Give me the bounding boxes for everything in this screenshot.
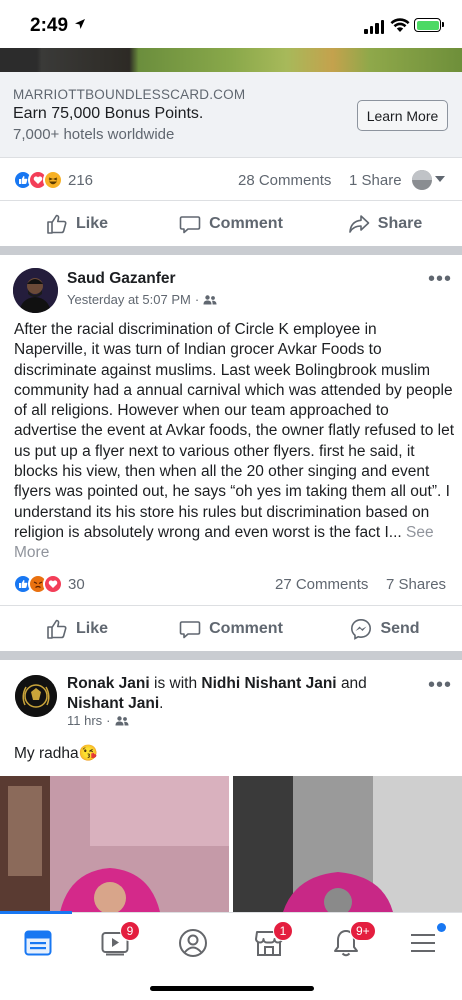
post-author[interactable]: Ronak Jani xyxy=(67,675,150,692)
more-options-icon[interactable]: ••• xyxy=(428,674,452,697)
post-text: My radha😘 xyxy=(14,745,98,762)
tab-profile[interactable] xyxy=(163,921,223,965)
thumbs-up-icon xyxy=(47,214,67,234)
post-body: After the racial discrimination of Circl… xyxy=(14,320,454,564)
send-button[interactable]: Send xyxy=(308,606,462,651)
like-label: Like xyxy=(75,619,108,637)
like-label: Like xyxy=(75,214,108,232)
post-reactions-summary[interactable]: 30 xyxy=(13,574,85,594)
tab-marketplace[interactable]: 1 xyxy=(239,921,299,965)
profile-icon xyxy=(179,929,207,957)
signal-icon xyxy=(364,20,384,34)
menu-icon xyxy=(411,934,435,952)
like-button[interactable]: Like xyxy=(0,201,154,246)
friends-icon xyxy=(203,294,217,304)
more-options-icon[interactable]: ••• xyxy=(428,268,452,291)
home-indicator xyxy=(150,986,314,991)
post-action-bar: Like Comment Send xyxy=(0,605,462,651)
post-time-text: Yesterday at 5:07 PM xyxy=(67,292,191,307)
with-text: is with xyxy=(154,675,198,692)
post-text: After the racial discrimination of Circl… xyxy=(14,321,454,541)
comment-button[interactable]: Comment xyxy=(154,606,308,651)
haha-reaction-icon xyxy=(43,170,63,190)
status-bar: 2:49 xyxy=(0,0,462,52)
post-author[interactable]: Saud Gazanfer xyxy=(67,270,176,288)
news-feed-icon xyxy=(24,930,52,956)
avatar[interactable] xyxy=(13,268,58,313)
tagged-person[interactable]: Nishant Jani xyxy=(67,695,159,712)
and-text: and xyxy=(340,675,367,692)
avatar[interactable] xyxy=(15,675,57,717)
chevron-down-icon[interactable] xyxy=(435,176,445,183)
active-tab-indicator xyxy=(0,911,72,914)
post-comments-count[interactable]: 27 Comments xyxy=(275,576,368,593)
menu-dot-badge xyxy=(437,923,446,932)
ad-action-bar: Like Comment Share xyxy=(0,200,462,246)
post-reaction-count: 30 xyxy=(68,575,85,593)
share-label: Share xyxy=(377,214,423,232)
comment-icon xyxy=(179,620,201,638)
ad-headline: Earn 75,000 Bonus Points. xyxy=(13,105,204,122)
share-icon xyxy=(348,214,370,233)
love-reaction-icon xyxy=(43,574,63,594)
ad-link-box[interactable]: MARRIOTTBOUNDLESSCARD.COM Earn 75,000 Bo… xyxy=(0,72,462,158)
post-timestamp[interactable]: 11 hrs · xyxy=(67,713,129,728)
post-photo[interactable] xyxy=(0,776,229,912)
marketplace-badge: 1 xyxy=(273,921,293,941)
wifi-icon xyxy=(390,18,410,32)
ad-reactions-summary[interactable]: 216 xyxy=(13,170,93,190)
battery-icon xyxy=(414,18,444,32)
tagged-person[interactable]: Nidhi Nishant Jani xyxy=(201,675,336,692)
location-arrow-icon xyxy=(75,19,85,29)
status-time: 2:49 xyxy=(30,15,69,36)
ad-domain: MARRIOTTBOUNDLESSCARD.COM xyxy=(13,87,246,102)
ad-shares-count[interactable]: 1 Share xyxy=(349,172,402,189)
messenger-icon xyxy=(351,618,372,640)
friends-icon xyxy=(115,715,129,725)
tab-news-feed[interactable] xyxy=(8,921,68,965)
sharer-avatar[interactable] xyxy=(412,170,432,190)
post-author-line: Ronak Jani is with Nidhi Nishant Jani an… xyxy=(67,674,387,714)
send-label: Send xyxy=(380,619,420,637)
learn-more-button[interactable]: Learn More xyxy=(357,100,448,131)
feed-separator xyxy=(0,246,462,255)
comment-label: Comment xyxy=(209,214,283,232)
tab-watch[interactable]: 9 xyxy=(86,921,146,965)
comment-button[interactable]: Comment xyxy=(154,201,308,246)
ad-description: 7,000+ hotels worldwide xyxy=(13,126,175,143)
comment-icon xyxy=(179,215,201,233)
watch-badge: 9 xyxy=(120,921,140,941)
tab-notifications[interactable]: 9+ xyxy=(316,921,376,965)
period-text: . xyxy=(159,695,164,712)
comment-label: Comment xyxy=(209,619,283,637)
feed-separator xyxy=(0,651,462,660)
ad-reaction-count: 216 xyxy=(68,171,94,189)
notifications-badge: 9+ xyxy=(350,921,376,941)
post-timestamp[interactable]: Yesterday at 5:07 PM · xyxy=(67,292,217,307)
post-time-text: 11 hrs xyxy=(67,713,103,728)
share-button[interactable]: Share xyxy=(308,201,462,246)
like-button[interactable]: Like xyxy=(0,606,154,651)
thumbs-up-icon xyxy=(47,619,67,639)
ad-image[interactable] xyxy=(0,48,462,72)
post-photo[interactable] xyxy=(233,776,462,912)
tab-menu[interactable] xyxy=(393,921,453,965)
post-shares-count[interactable]: 7 Shares xyxy=(386,576,446,593)
ad-comments-count[interactable]: 28 Comments xyxy=(238,172,331,189)
